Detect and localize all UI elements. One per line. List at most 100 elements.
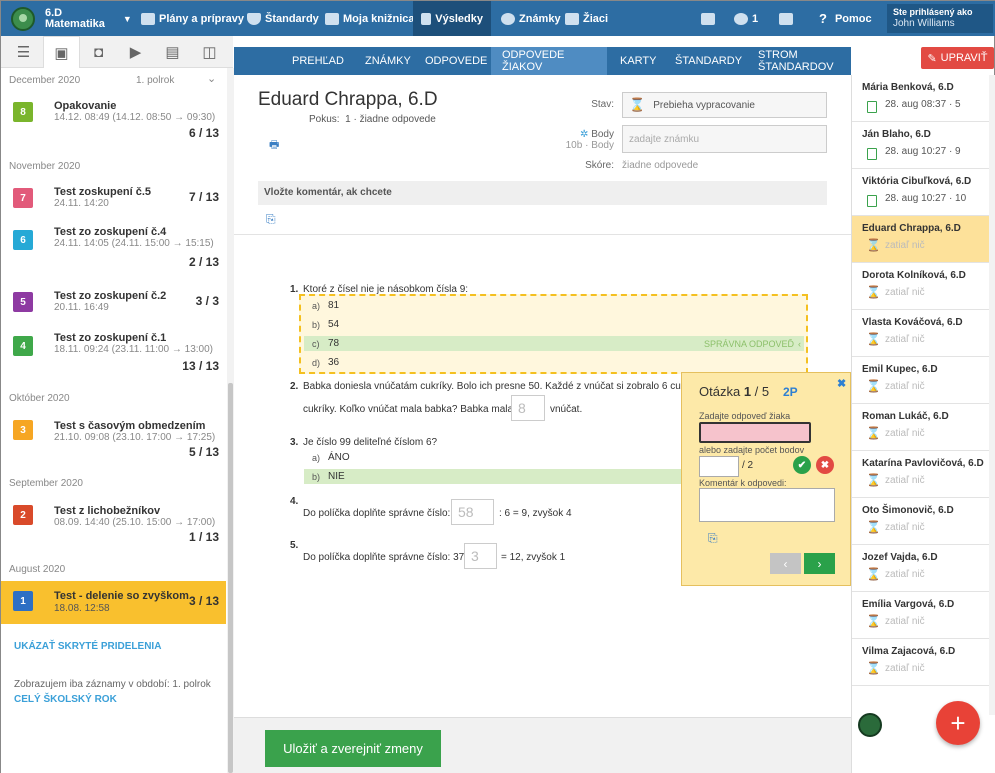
item-date: 18.08. 12:58 [54,603,110,614]
tab-video[interactable]: ▶ [117,36,154,68]
student-item[interactable]: Vlasta Kováčová, 6.D ⌛ zatiaľ nič [852,310,991,357]
show-hidden-link[interactable]: UKÁZAŤ SKRYTÉ PRIDELENIA [14,641,161,652]
answer-input[interactable]: 3 [464,543,497,569]
tab-answers[interactable]: ODPOVEDE [414,47,498,75]
messages-button[interactable]: 1 [734,1,758,36]
list-item[interactable]: 2 Test z lichobežníkov 08.09. 14:40 (25.… [1,497,226,553]
list-item[interactable]: 6 Test zo zoskupení č.4 24.11. 14:05 (24… [1,218,226,274]
reject-x-icon[interactable]: ✖ [816,456,834,474]
tab-grades[interactable]: ZNÁMKY [354,47,422,75]
close-icon[interactable]: ✖ [837,377,846,390]
student-info: zatiaľ nič [885,569,925,580]
answer-input[interactable]: 58 [451,499,494,525]
item-title: Opakovanie [54,100,117,112]
tab-standards[interactable]: ŠTANDARDY [664,47,753,75]
paperclip-icon[interactable]: ⎘ [266,212,276,227]
edit-button[interactable]: ✎ UPRAVIŤ [921,47,994,69]
plus-icon: + [950,707,966,738]
shield-icon [247,12,261,25]
cast-button[interactable] [701,1,715,36]
nav-standards[interactable]: Štandardy [243,1,323,36]
tab-student-answers[interactable]: ODPOVEDE ŽIAKOV [491,47,607,75]
students-icon [565,12,579,25]
next-question-button[interactable]: › [804,553,835,574]
document-check-icon [867,148,877,160]
help-button[interactable]: ? Pomoc [819,1,872,36]
class-switcher[interactable]: 6.D Matematika ▼ [11,1,132,36]
tab-bag[interactable]: ◘ [80,36,117,68]
question-1-box[interactable] [299,294,808,374]
left-scrollbar[interactable] [227,68,234,773]
student-item[interactable]: Roman Lukáč, 6.D ⌛ zatiaľ nič [852,404,991,451]
attempt-value: 1 · žiadne odpovede [345,114,436,125]
nav-results[interactable]: Výsledky [413,1,491,36]
student-item[interactable]: Oto Šimonovič, 6.D ⌛ zatiaľ nič [852,498,991,545]
student-item[interactable]: Dorota Kolníková, 6.D ⌛ zatiaľ nič [852,263,991,310]
tab-book[interactable]: ◫ [191,36,228,68]
student-item[interactable]: Ján Blaho, 6.D 28. aug 10:27 · 9 [852,122,991,169]
item-score: 3 / 13 [188,594,219,608]
briefcase-icon [141,12,155,25]
answer-label: Zadajte odpoveď žiaka [699,411,791,421]
student-list: Mária Benková, 6.D 28. aug 08:37 · 5 Ján … [851,75,995,773]
nav-library[interactable]: Moja knižnica [321,1,419,36]
item-score: 2 / 13 [188,255,219,269]
student-item[interactable]: Emil Kupec, 6.D ⌛ zatiaľ nič [852,357,991,404]
item-score: 3 / 3 [195,294,219,308]
chevron-down-icon[interactable]: ⌄ [207,72,216,85]
menu-icon[interactable]: ☰ [5,36,42,68]
student-info: 28. aug 10:27 · 9 [885,146,961,157]
student-name: Roman Lukáč, 6.D [862,411,949,422]
popup-title: Otázka 1 / 5 [699,384,769,399]
student-item-selected[interactable]: Eduard Chrappa, 6.D ⌛ zatiaľ nič [852,216,991,263]
tab-cards[interactable]: KARTY [609,47,667,75]
print-icon[interactable]: 🖶 [269,136,279,155]
student-item[interactable]: Mária Benková, 6.D 28. aug 08:37 · 5 [852,75,991,122]
right-scrollbar[interactable] [989,75,995,715]
list-item[interactable]: 8 Opakovanie 14.12. 08:49 (14.12. 08:50 … [1,92,226,148]
scrollbar-thumb[interactable] [228,383,233,773]
user-menu[interactable]: Ste prihlásený ako John Williams [887,4,993,33]
comment-field[interactable]: Vložte komentár, ak chcete [258,181,827,205]
play-icon: ▶ [129,44,142,61]
grade-input[interactable]: zadajte známku [622,125,827,153]
list-item-selected[interactable]: 1 Test - delenie so zvyškom 18.08. 12:58… [1,581,226,624]
option-text: 81 [328,300,340,311]
save-publish-button[interactable]: Uložiť a zverejniť zmeny [265,730,441,767]
whole-year-link[interactable]: CELÝ ŠKOLSKÝ ROK [14,694,117,705]
nav-grades[interactable]: Známky [497,1,565,36]
student-answer-input[interactable] [699,422,811,443]
avatar[interactable] [858,713,882,737]
student-item[interactable]: Vilma Zajacová, 6.D ⌛ zatiaľ nič [852,639,991,686]
top-navigation-bar: 6.D Matematika ▼ Plány a prípravy Štanda… [1,1,995,36]
student-item[interactable]: Jozef Vajda, 6.D ⌛ zatiaľ nič [852,545,991,592]
nav-plans[interactable]: Plány a prípravy [137,1,248,36]
list-item[interactable]: 3 Test s časovým obmedzením 21.10. 09:08… [1,412,226,468]
subject-name: Matematika [45,17,105,30]
item-number: 2 [13,505,33,525]
answer-input[interactable]: 8 [511,395,545,421]
points-input[interactable] [699,456,739,477]
option-a: a) ÁNO [312,450,350,465]
list-item[interactable]: 4 Test zo zoskupení č.1 18.11. 09:24 (23… [1,324,226,380]
tab-standards-tree[interactable]: STROM ŠTANDARDOV [747,47,851,75]
student-item[interactable]: Viktória Cibuľková, 6.D 28. aug 10:27 · 1… [852,169,991,216]
paperclip-icon[interactable]: ⎘ [708,531,718,546]
month-header: Október 2020 [9,393,70,404]
previous-question-button[interactable]: ‹ [770,553,801,574]
nav-students[interactable]: Žiaci [561,1,612,36]
student-item[interactable]: Katarína Pavlovičová, 6.D ⌛ zatiaľ nič [852,451,991,498]
confirm-check-icon[interactable]: ✔ [793,456,811,474]
answer-comment-input[interactable] [699,488,835,522]
tab-quiz[interactable]: ▤ [154,36,191,68]
hourglass-icon: ⌛ [866,661,881,675]
results-subnav: PREHĽAD ZNÁMKY ODPOVEDE ODPOVEDE ŽIAKOV … [234,47,851,75]
student-info: zatiaľ nič [885,616,925,627]
student-info: zatiaľ nič [885,475,925,486]
mail-button[interactable] [779,1,793,36]
tab-overview[interactable]: PREHĽAD [281,47,355,75]
student-item[interactable]: Emília Vargová, 6.D ⌛ zatiaľ nič [852,592,991,639]
tab-assignments[interactable]: ▣ [43,36,80,68]
add-button[interactable]: + [936,701,980,745]
student-name: Emília Vargová, 6.D [862,599,955,610]
